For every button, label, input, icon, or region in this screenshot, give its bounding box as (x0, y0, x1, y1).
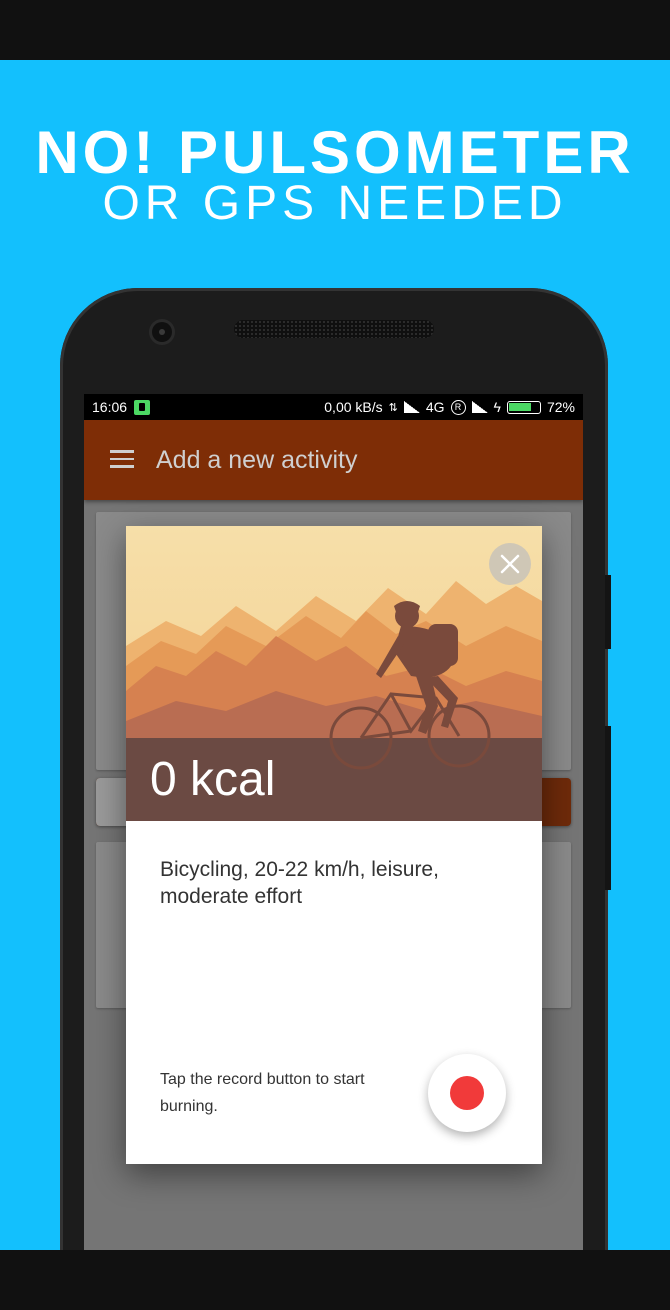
app-notification-icon (134, 400, 150, 415)
activity-name: Bicycling, 20-22 km/h, leisure, moderate… (160, 858, 439, 908)
phone-frame: 16:06 0,00 kB/s ⇅ 4G R ϟ 72% Add a new a… (60, 288, 611, 1250)
headline-secondary: OR GPS NEEDED (102, 177, 568, 230)
status-indicators: 0,00 kB/s ⇅ 4G R ϟ 72% (324, 399, 575, 415)
kcal-counter: 0 kcal (150, 753, 276, 806)
close-button[interactable] (489, 543, 531, 585)
battery-level: 72% (546, 399, 575, 415)
status-bar: 16:06 0,00 kB/s ⇅ 4G R ϟ 72% (84, 394, 583, 420)
activity-dialog: 0 kcal Bicycling, 20-22 km/h, leisure, m… (126, 526, 542, 1164)
record-icon (450, 1076, 484, 1110)
hero-image: 0 kcal (126, 526, 542, 821)
promo-banner: NO! PULSOMETER OR GPS NEEDED 16:06 0,00 … (0, 60, 670, 1250)
data-arrows-icon: ⇅ (388, 401, 398, 414)
charging-icon: ϟ (493, 399, 501, 415)
signal-icon-2 (471, 401, 488, 413)
signal-icon (403, 401, 420, 413)
phone-power-button (605, 726, 611, 890)
page-title: Add a new activity (156, 446, 358, 474)
network-speed: 0,00 kB/s (324, 399, 383, 415)
app-bar: Add a new activity (84, 420, 583, 500)
roaming-icon: R (450, 399, 466, 415)
record-button[interactable] (428, 1054, 506, 1132)
battery-icon (506, 400, 541, 414)
record-hint: Tap the record button to start burning. (160, 1071, 365, 1115)
phone-screen: 16:06 0,00 kB/s ⇅ 4G R ϟ 72% Add a new a… (84, 394, 583, 1250)
phone-volume-button (605, 575, 611, 649)
earpiece-speaker (234, 320, 434, 338)
close-icon (500, 554, 520, 574)
front-camera (152, 322, 172, 342)
hamburger-menu-icon[interactable] (110, 450, 134, 468)
status-time: 16:06 (92, 399, 128, 415)
network-type: 4G (425, 399, 445, 415)
background-button-left (96, 778, 126, 826)
